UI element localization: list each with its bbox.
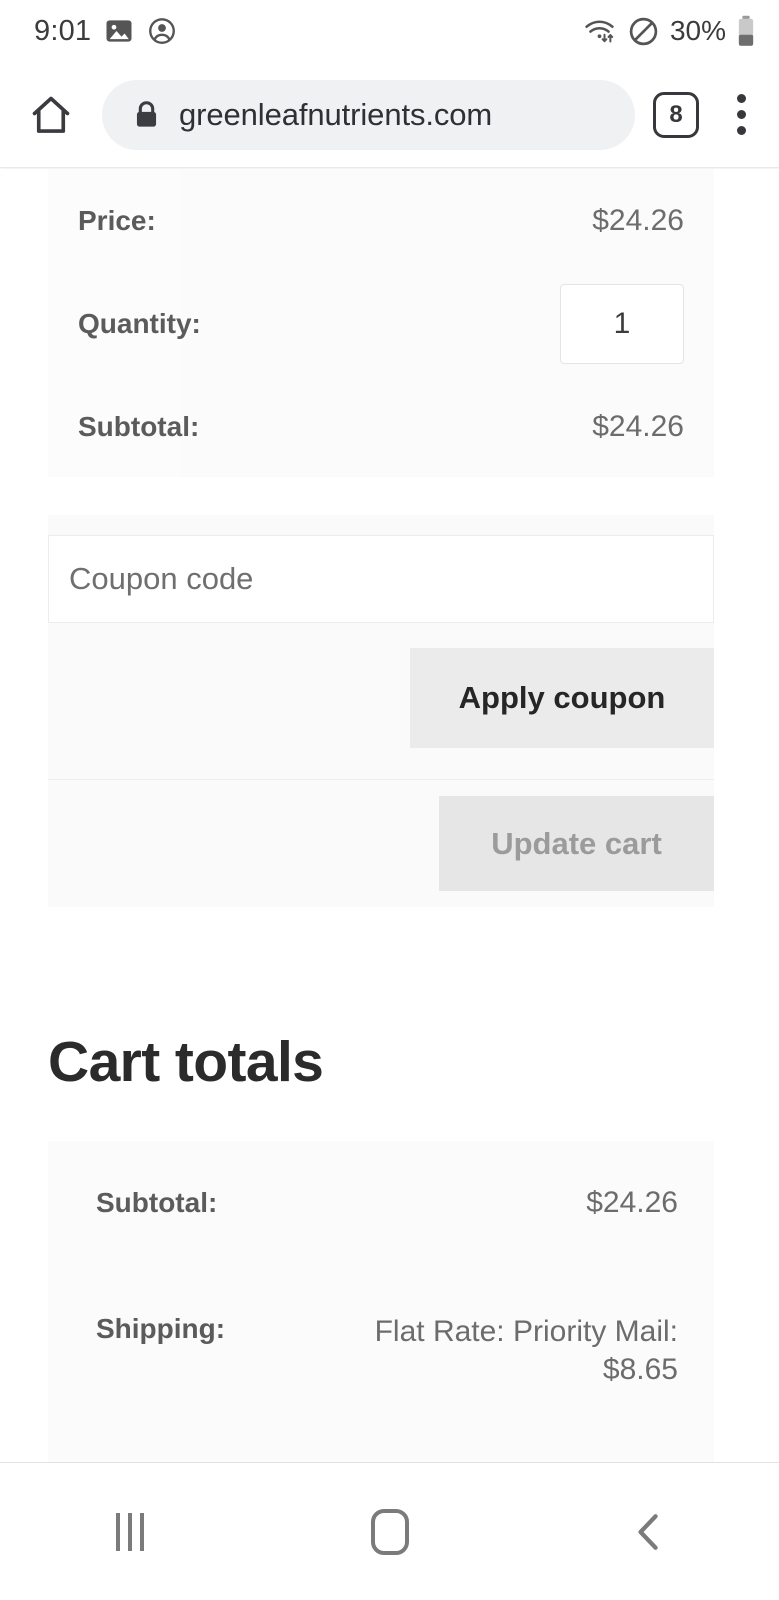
recents-icon <box>115 1512 144 1551</box>
coupon-code-input[interactable] <box>69 561 713 597</box>
quantity-label: Quantity: <box>78 307 201 339</box>
table-row: Price: $24.26 <box>48 169 714 272</box>
price-label: Price: <box>78 204 156 236</box>
webpage-viewport: Price: $24.26 Quantity: 1 Subtotal: $24.… <box>0 169 779 1462</box>
update-cart-row: Update cart <box>48 780 714 907</box>
tab-switcher-button[interactable]: 8 <box>653 91 699 138</box>
account-icon <box>147 16 177 46</box>
update-cart-button[interactable]: Update cart <box>439 796 714 891</box>
browser-toolbar: greenleafnutrients.com 8 <box>0 62 779 168</box>
price-value: $24.26 <box>592 203 684 237</box>
cart-totals-table: Subtotal: $24.26 Shipping: Flat Rate: Pr… <box>48 1141 714 1462</box>
subtotal-label: Subtotal: <box>78 410 200 442</box>
apply-coupon-row: Apply coupon <box>48 623 714 773</box>
totals-shipping-value: Flat Rate: Priority Mail: $8.65 <box>374 1315 678 1386</box>
apply-coupon-button[interactable]: Apply coupon <box>410 648 714 748</box>
wifi-icon <box>583 16 617 46</box>
home-icon <box>28 92 74 138</box>
quantity-input[interactable]: 1 <box>560 283 684 364</box>
coupon-section: Apply coupon Update cart <box>48 515 714 907</box>
coupon-input-wrapper[interactable] <box>48 535 714 623</box>
cart-totals-heading: Cart totals <box>48 1030 324 1094</box>
home-nav-button[interactable] <box>260 1463 520 1600</box>
status-bar-left: 9:01 <box>34 15 177 48</box>
back-icon <box>631 1510 667 1554</box>
battery-icon <box>737 15 755 47</box>
status-bar: 9:01 30% <box>0 0 779 62</box>
totals-subtotal-value: $24.26 <box>586 1186 678 1220</box>
lock-icon <box>132 99 161 130</box>
do-not-disturb-icon <box>628 16 659 47</box>
table-row: Shipping: Flat Rate: Priority Mail: $8.6… <box>48 1265 714 1462</box>
totals-shipping-label: Shipping: <box>96 1313 226 1344</box>
overflow-menu-icon[interactable] <box>721 88 761 142</box>
android-nav-bar <box>0 1462 779 1600</box>
table-row: Subtotal: $24.26 <box>48 375 714 478</box>
table-row: Subtotal: $24.26 <box>48 1141 714 1265</box>
address-bar-url: greenleafnutrients.com <box>179 96 493 132</box>
home-icon <box>370 1508 409 1555</box>
battery-percent-label: 30% <box>669 15 726 46</box>
photo-icon <box>104 16 134 46</box>
table-row: Quantity: 1 <box>48 272 714 375</box>
recents-button[interactable] <box>0 1463 260 1600</box>
cart-item-table: Price: $24.26 Quantity: 1 Subtotal: $24.… <box>48 169 714 477</box>
phone-screen: 9:01 30% greenleafnutrients.com 8 Price:… <box>0 0 779 1600</box>
status-bar-right: 30% <box>583 15 755 47</box>
address-bar[interactable]: greenleafnutrients.com <box>102 79 635 150</box>
home-button[interactable] <box>22 86 80 144</box>
back-button[interactable] <box>519 1463 779 1600</box>
subtotal-value: $24.26 <box>592 409 684 443</box>
status-clock: 9:01 <box>34 14 92 47</box>
totals-subtotal-label: Subtotal: <box>96 1187 218 1218</box>
